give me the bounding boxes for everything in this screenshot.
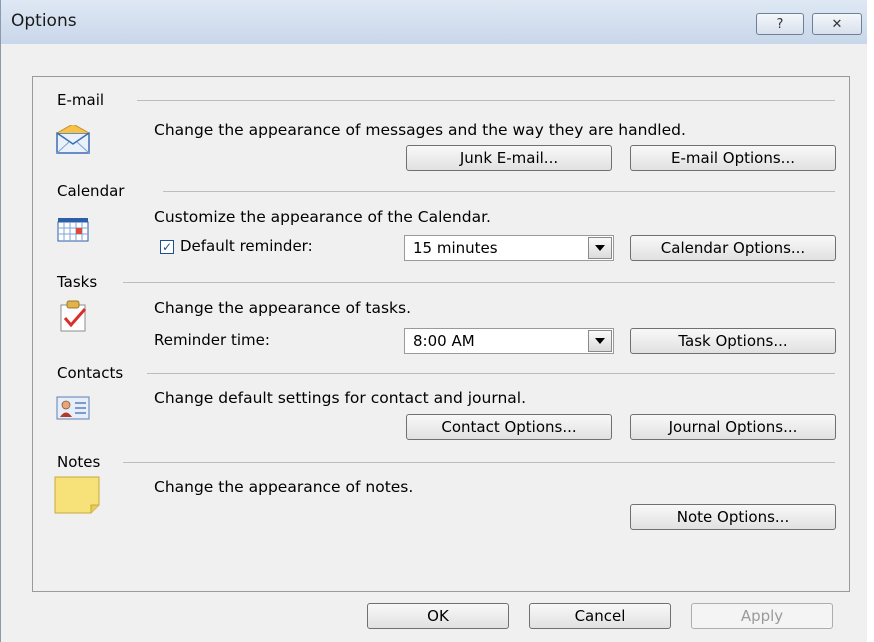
task-options-button[interactable]: Task Options... <box>630 328 836 354</box>
note-options-button[interactable]: Note Options... <box>630 504 836 530</box>
contacts-section-label: Contacts <box>57 364 134 382</box>
reminder-time-select[interactable]: 8:00 AM <box>404 328 614 354</box>
email-description: Change the appearance of messages and th… <box>154 121 686 139</box>
options-dialog: Options ? ✕ E-mail Change the appearance… <box>0 0 867 642</box>
default-reminder-value: 15 minutes <box>413 239 498 257</box>
title-bar[interactable]: Options ? ✕ <box>1 0 867 44</box>
ok-button[interactable]: OK <box>367 603 509 629</box>
dropdown-arrow-icon[interactable] <box>588 330 612 352</box>
sticky-note-icon <box>53 473 103 515</box>
email-section-label: E-mail <box>57 91 115 109</box>
contacts-description: Change default settings for contact and … <box>154 389 526 407</box>
notes-description: Change the appearance of notes. <box>154 478 414 496</box>
tasks-description: Change the appearance of tasks. <box>154 299 412 317</box>
reminder-time-label: Reminder time: <box>154 331 270 349</box>
tasks-section-label: Tasks <box>57 273 108 291</box>
reminder-time-value: 8:00 AM <box>413 332 475 350</box>
envelope-icon <box>55 123 91 155</box>
default-reminder-checkbox[interactable]: ✓ <box>160 240 174 254</box>
calendar-separator <box>163 191 835 192</box>
help-icon: ? <box>776 16 784 32</box>
notes-section-label: Notes <box>57 453 111 471</box>
email-options-button[interactable]: E-mail Options... <box>630 145 836 171</box>
calendar-options-button[interactable]: Calendar Options... <box>630 235 836 261</box>
calendar-grid-icon <box>55 215 91 245</box>
default-reminder-label: Default reminder: <box>180 237 313 255</box>
contacts-separator <box>147 373 835 374</box>
notes-separator <box>123 462 835 463</box>
help-button[interactable]: ? <box>756 13 804 35</box>
tasks-separator <box>123 282 835 283</box>
dialog-button-bar: OK Cancel Apply <box>1 598 867 642</box>
contact-card-icon <box>55 393 91 423</box>
close-button[interactable]: ✕ <box>812 13 862 35</box>
cancel-button[interactable]: Cancel <box>529 603 671 629</box>
calendar-section-label: Calendar <box>57 182 135 200</box>
journal-options-button[interactable]: Journal Options... <box>630 414 836 440</box>
dropdown-arrow-icon[interactable] <box>588 237 612 259</box>
checkmark-icon: ✓ <box>161 240 173 254</box>
junk-email-button[interactable]: Junk E-mail... <box>406 145 612 171</box>
default-reminder-select[interactable]: 15 minutes <box>404 235 614 261</box>
apply-button[interactable]: Apply <box>691 603 833 629</box>
window-title: Options <box>11 11 77 31</box>
close-icon: ✕ <box>831 16 843 32</box>
calendar-description: Customize the appearance of the Calendar… <box>154 208 491 226</box>
preferences-panel: E-mail Change the appearance of messages… <box>32 76 850 592</box>
email-separator <box>137 100 835 101</box>
contact-options-button[interactable]: Contact Options... <box>406 414 612 440</box>
task-checkmark-icon <box>55 299 91 332</box>
